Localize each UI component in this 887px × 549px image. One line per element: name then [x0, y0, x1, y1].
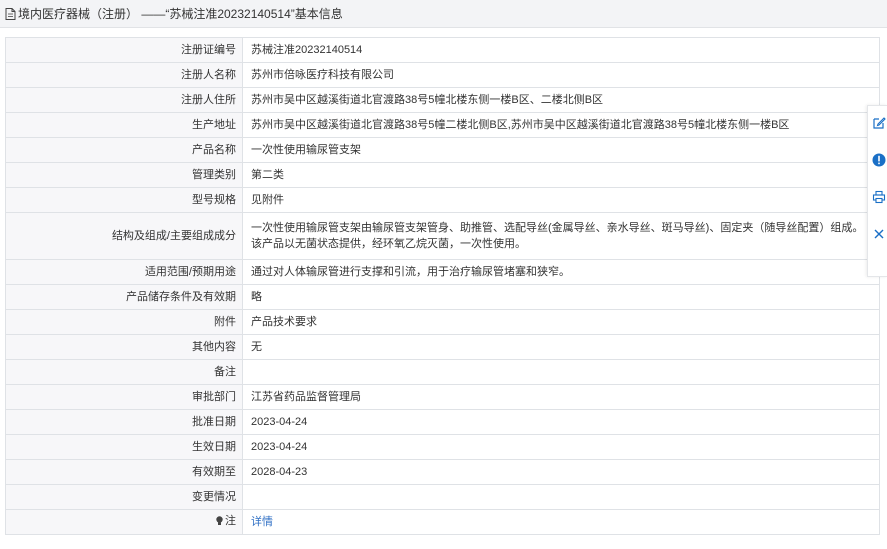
table-row: 适用范围/预期用途 通过对人体输尿管进行支撑和引流，用于治疗输尿管堵塞和狭窄。	[5, 259, 880, 285]
row-value: 苏州市吴中区越溪街道北官渡路38号5幢二楼北侧B区,苏州市吴中区越溪街道北官渡路…	[242, 112, 880, 138]
table-row: 附件 产品技术要求	[5, 309, 880, 335]
row-value: 通过对人体输尿管进行支撑和引流，用于治疗输尿管堵塞和狭窄。	[242, 259, 880, 285]
table-row-note: 注 详情	[5, 509, 880, 535]
table-row: 型号规格 见附件	[5, 187, 880, 213]
page-header: 境内医疗器械（注册） ——“苏械注准20232140514”基本信息	[0, 0, 887, 28]
info-icon	[872, 153, 886, 167]
table-row: 批准日期 2023-04-24	[5, 409, 880, 435]
edit-icon	[873, 117, 886, 129]
table-row: 注册人住所 苏州市吴中区越溪街道北官渡路38号5幢北楼东侧一楼B区、二楼北侧B区	[5, 87, 880, 113]
row-label: 生效日期	[5, 434, 243, 460]
row-value: 苏州市倍咏医疗科技有限公司	[242, 62, 880, 88]
row-label: 产品名称	[5, 137, 243, 163]
document-icon	[5, 7, 16, 20]
row-value: 苏械注准20232140514	[242, 37, 880, 63]
row-value: 见附件	[242, 187, 880, 213]
table-row: 审批部门 江苏省药品监督管理局	[5, 384, 880, 410]
row-value: 产品技术要求	[242, 309, 880, 335]
row-label: 其他内容	[5, 334, 243, 360]
row-label: 生产地址	[5, 112, 243, 138]
row-label: 注册人住所	[5, 87, 243, 113]
details-link[interactable]: 详情	[251, 516, 273, 528]
row-value: 一次性使用输尿管支架	[242, 137, 880, 163]
table-row: 注册人名称 苏州市倍咏医疗科技有限公司	[5, 62, 880, 88]
table-row: 生产地址 苏州市吴中区越溪街道北官渡路38号5幢二楼北侧B区,苏州市吴中区越溪街道…	[5, 112, 880, 138]
close-icon	[874, 229, 884, 239]
row-value: 无	[242, 334, 880, 360]
row-label: 附件	[5, 309, 243, 335]
row-label: 注册人名称	[5, 62, 243, 88]
row-label: 适用范围/预期用途	[5, 259, 243, 285]
table-row: 注册证编号 苏械注准20232140514	[5, 37, 880, 63]
row-label: 型号规格	[5, 187, 243, 213]
row-label: 变更情况	[5, 484, 243, 510]
side-toolbar	[867, 105, 887, 277]
row-value: 一次性使用输尿管支架由输尿管支架管身、助推管、选配导丝(金属导丝、亲水导丝、斑马…	[242, 212, 880, 260]
table-row: 备注	[5, 359, 880, 385]
row-label: 审批部门	[5, 384, 243, 410]
row-value	[242, 359, 880, 385]
row-value: 2028-04-23	[242, 459, 880, 485]
row-label: 注册证编号	[5, 37, 243, 63]
row-value: 2023-04-24	[242, 409, 880, 435]
row-label: 有效期至	[5, 459, 243, 485]
table-row: 生效日期 2023-04-24	[5, 434, 880, 460]
row-label: 管理类别	[5, 162, 243, 188]
note-text: 注	[225, 515, 236, 527]
table-row: 其他内容无	[5, 334, 880, 360]
table-row: 变更情况	[5, 484, 880, 510]
row-label: 结构及组成/主要组成成分	[5, 212, 243, 260]
print-icon	[872, 190, 886, 204]
row-value: 江苏省药品监督管理局	[242, 384, 880, 410]
close-button[interactable]	[872, 227, 886, 241]
table-row: 产品名称 一次性使用输尿管支架	[5, 137, 880, 163]
detail-table: 注册证编号 苏械注准20232140514 注册人名称 苏州市倍咏医疗科技有限公司 注册…	[5, 37, 880, 535]
row-label: 产品储存条件及有效期	[5, 284, 243, 310]
lightbulb-icon	[216, 516, 223, 525]
row-value	[242, 484, 880, 510]
row-value: 2023-04-24	[242, 434, 880, 460]
table-row: 有效期至 2028-04-23	[5, 459, 880, 485]
note-value-cell: 详情	[242, 509, 880, 535]
table-row: 结构及组成/主要组成成分 一次性使用输尿管支架由输尿管支架管身、助推管、选配导丝(…	[5, 212, 880, 260]
info-button[interactable]	[872, 153, 886, 167]
row-value: 略	[242, 284, 880, 310]
edit-button[interactable]	[872, 116, 886, 130]
row-label: 批准日期	[5, 409, 243, 435]
row-value: 第二类	[242, 162, 880, 188]
table-row: 产品储存条件及有效期略	[5, 284, 880, 310]
page-title: 境内医疗器械（注册） ——“苏械注准20232140514”基本信息	[18, 7, 343, 21]
print-button[interactable]	[872, 190, 886, 204]
table-row: 管理类别 第二类	[5, 162, 880, 188]
row-value: 苏州市吴中区越溪街道北官渡路38号5幢北楼东侧一楼B区、二楼北侧B区	[242, 87, 880, 113]
row-label: 备注	[5, 359, 243, 385]
note-label-cell: 注	[5, 509, 243, 535]
note-label: 注	[216, 513, 236, 529]
